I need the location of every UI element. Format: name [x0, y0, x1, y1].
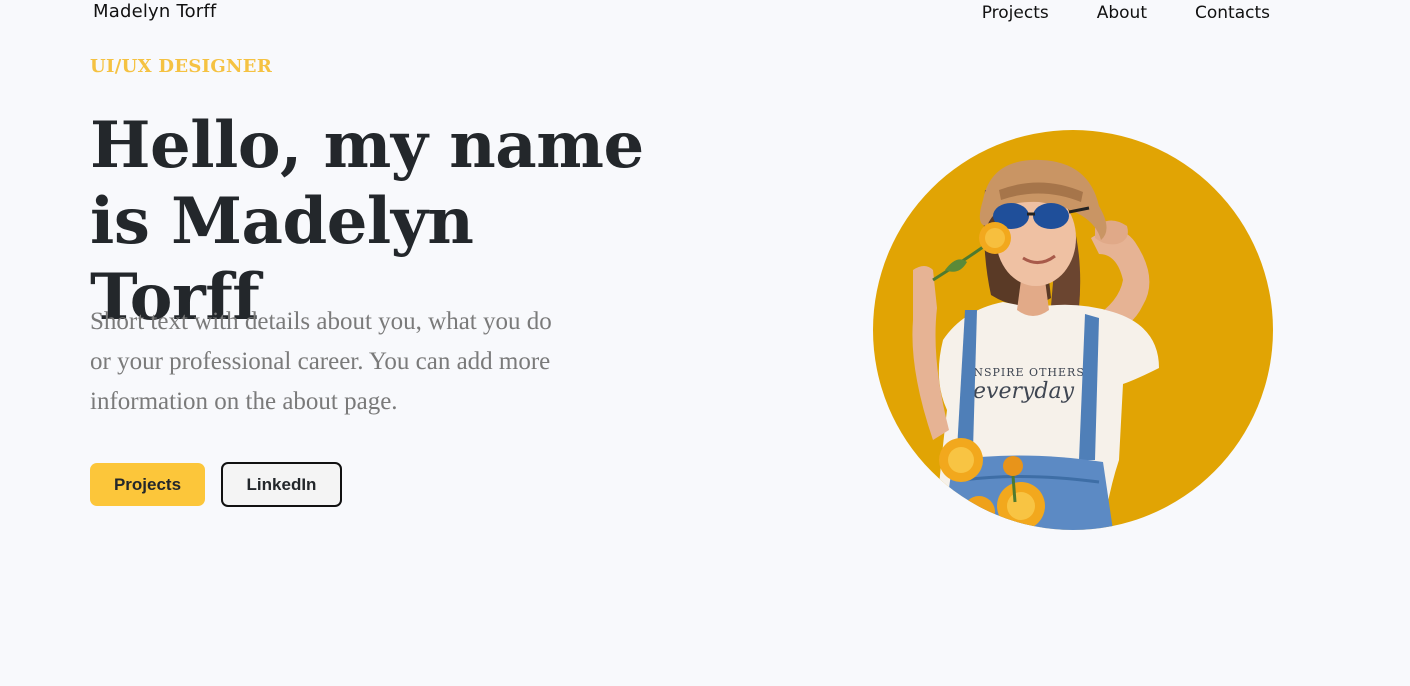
projects-button[interactable]: Projects: [90, 463, 205, 506]
profile-portrait: INSPIRE OTHERS everyday: [873, 130, 1273, 530]
nav-link-contacts[interactable]: Contacts: [1195, 1, 1270, 25]
shirt-print-line-2: everyday: [973, 379, 1075, 404]
brand-logo[interactable]: Madelyn Torff: [93, 0, 216, 24]
hero-intro-text: Short text with details about you, what …: [90, 308, 552, 415]
hero-headline-line-1: Hello, my name: [90, 108, 644, 183]
main-nav: Projects About Contacts: [982, 1, 1270, 25]
portrait-illustration: INSPIRE OTHERS everyday: [912, 159, 1159, 530]
shirt-print-line-1: INSPIRE OTHERS: [968, 366, 1085, 379]
nav-link-projects[interactable]: Projects: [982, 1, 1049, 25]
nav-link-about[interactable]: About: [1097, 1, 1147, 25]
linkedin-button[interactable]: LinkedIn: [221, 462, 342, 507]
role-eyebrow: UI/UX DESIGNER: [90, 56, 273, 77]
